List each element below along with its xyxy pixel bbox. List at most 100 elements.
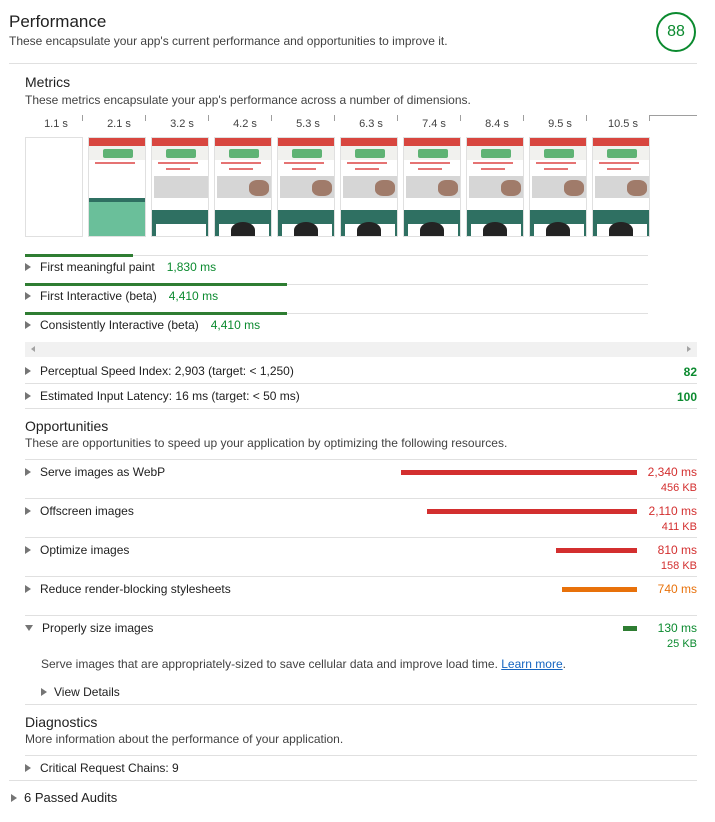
opportunity-row[interactable]: Offscreen images [25, 504, 134, 518]
opportunity-bar [562, 587, 637, 592]
opportunity-ms: 2,340 ms [647, 465, 697, 479]
divider [25, 498, 697, 499]
filmstrip-tick-label: 2.1 s [107, 118, 131, 130]
opportunity-ms: 810 ms [657, 543, 697, 557]
first-interactive-bar [25, 283, 287, 286]
diagnostic-label: Critical Request Chains: 9 [40, 761, 179, 775]
divider [25, 408, 697, 409]
filmstrip-frame [151, 137, 209, 237]
opportunity-label: Reduce render-blocking stylesheets [40, 582, 231, 596]
metric-consistently-interactive[interactable]: Consistently Interactive (beta) 4,410 ms [25, 318, 260, 332]
opportunity-ms: 2,110 ms [648, 504, 697, 518]
score-value: 88 [667, 23, 685, 40]
scroll-left-icon[interactable] [31, 346, 35, 352]
opportunity-row[interactable]: Reduce render-blocking stylesheets [25, 582, 231, 596]
view-details-label: View Details [54, 685, 120, 699]
opportunities-subtitle: These are opportunities to speed up your… [25, 436, 508, 450]
view-details-toggle[interactable]: View Details [41, 685, 120, 699]
metrics-subtitle: These metrics encapsulate your app's per… [25, 93, 471, 107]
opportunity-kb: 158 KB [660, 560, 697, 572]
expand-arrow-icon [25, 367, 31, 375]
expand-arrow-icon [25, 392, 31, 400]
description-text: Serve images that are appropriately-size… [41, 657, 498, 671]
horizontal-scrollbar[interactable] [25, 342, 697, 357]
divider [9, 780, 697, 781]
filmstrip-frame [277, 137, 335, 237]
metric-label: First meaningful paint [40, 260, 155, 274]
metric-label: Perceptual Speed Index: 2,903 (target: <… [40, 364, 294, 378]
collapse-arrow-icon [25, 625, 33, 631]
opportunity-ms: 130 ms [657, 621, 697, 635]
divider [25, 459, 697, 460]
filmstrip-frame [529, 137, 587, 237]
metric-estimated-input-latency[interactable]: Estimated Input Latency: 16 ms (target: … [25, 389, 300, 403]
first-meaningful-paint-bar [25, 254, 133, 257]
filmstrip-tick-label: 1.1 s [44, 118, 68, 130]
filmstrip-frame [592, 137, 650, 237]
expand-arrow-icon [25, 764, 31, 772]
expand-arrow-icon [25, 263, 31, 271]
filmstrip-frame [214, 137, 272, 237]
filmstrip-tick-label: 7.4 s [422, 118, 446, 130]
filmstrip-tick-label: 10.5 s [608, 118, 638, 130]
opportunity-label: Properly size images [42, 621, 154, 635]
opportunity-kb: 411 KB [661, 521, 697, 533]
filmstrip-tick-label: 4.2 s [233, 118, 257, 130]
diagnostics-subtitle: More information about the performance o… [25, 732, 344, 746]
passed-audits-toggle[interactable]: 6 Passed Audits [11, 790, 117, 805]
period: . [562, 657, 566, 671]
divider [25, 576, 697, 577]
expand-arrow-icon [25, 321, 31, 329]
expand-arrow-icon [25, 585, 31, 593]
opportunity-row[interactable]: Optimize images [25, 543, 129, 557]
score-gauge: 88 [656, 12, 696, 52]
metric-perceptual-speed-index[interactable]: Perceptual Speed Index: 2,903 (target: <… [25, 364, 294, 378]
filmstrip-tick-label: 3.2 s [170, 118, 194, 130]
metric-first-meaningful-paint[interactable]: First meaningful paint 1,830 ms [25, 260, 216, 274]
opportunity-label: Offscreen images [40, 504, 134, 518]
diagnostic-critical-request-chains[interactable]: Critical Request Chains: 9 [25, 761, 179, 775]
metric-label: First Interactive (beta) [40, 289, 157, 303]
filmstrip-frame [88, 137, 146, 237]
filmstrip-tick-label: 5.3 s [296, 118, 320, 130]
passed-audits-label: 6 Passed Audits [24, 790, 118, 805]
opportunity-bar [427, 509, 637, 514]
divider [25, 383, 697, 384]
page-title: Performance [9, 12, 107, 31]
divider [25, 615, 697, 616]
opportunity-bar [556, 548, 637, 553]
metric-score: 100 [676, 390, 697, 404]
consistently-interactive-bar [25, 312, 287, 315]
filmstrip-frame [25, 137, 83, 237]
opportunity-label: Optimize images [40, 543, 130, 557]
opportunity-row[interactable]: Serve images as WebP [25, 465, 165, 479]
metric-first-interactive[interactable]: First Interactive (beta) 4,410 ms [25, 289, 218, 303]
opportunity-ms: 740 ms [657, 582, 697, 596]
opportunity-label: Serve images as WebP [40, 465, 166, 479]
filmstrip-axis [650, 115, 697, 116]
metric-value: 1,830 ms [166, 260, 217, 274]
opportunity-bar [401, 470, 637, 475]
expand-arrow-icon [25, 546, 31, 554]
metric-value: 4,410 ms [168, 289, 219, 303]
opportunity-row[interactable]: Properly size images [25, 621, 153, 635]
filmstrip-tick-label: 6.3 s [359, 118, 383, 130]
expanded-description: Serve images that are appropriately-size… [41, 657, 566, 671]
filmstrip-frame [340, 137, 398, 237]
scroll-right-icon[interactable] [687, 346, 691, 352]
expand-arrow-icon [11, 793, 17, 802]
filmstrip-frame [403, 137, 461, 237]
metric-score: 82 [683, 365, 697, 379]
opportunities-title: Opportunities [25, 418, 109, 434]
metric-label: Estimated Input Latency: 16 ms (target: … [40, 389, 300, 403]
learn-more-link[interactable]: Learn more [501, 657, 562, 671]
filmstrip-tick-label: 8.4 s [485, 118, 509, 130]
expand-arrow-icon [25, 468, 31, 476]
divider [25, 755, 697, 756]
filmstrip-tick-label: 9.5 s [548, 118, 572, 130]
expand-arrow-icon [41, 688, 47, 696]
opportunity-bar [623, 626, 637, 631]
divider [25, 537, 697, 538]
divider [9, 63, 697, 64]
opportunity-kb: 25 KB [667, 638, 697, 650]
